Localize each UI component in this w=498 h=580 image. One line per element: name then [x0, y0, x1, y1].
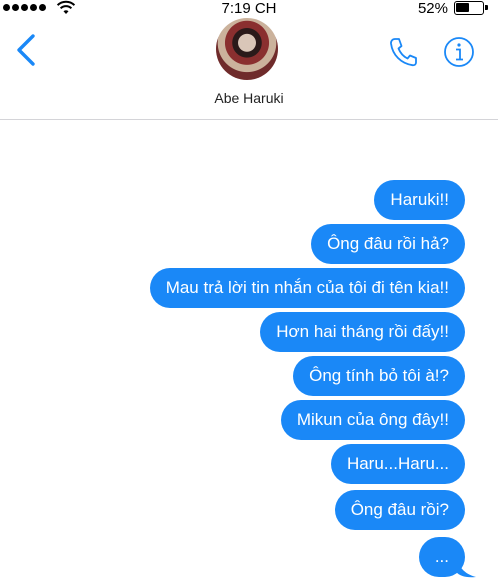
bubble-tail	[456, 556, 476, 578]
contact-name[interactable]: Abe Haruki	[0, 90, 498, 106]
message-bubble[interactable]: Haru...Haru...	[330, 444, 465, 484]
info-icon[interactable]	[443, 36, 475, 68]
conversation-header: Abe Haruki	[0, 18, 498, 120]
message-bubble[interactable]: Ông đâu rồi hả?	[311, 224, 465, 264]
back-chevron-icon[interactable]	[12, 32, 42, 68]
battery-percent: 52%	[417, 0, 448, 17]
message-bubble[interactable]: Ông đâu rồi?	[334, 490, 465, 530]
message-bubble[interactable]: Haruki!!	[374, 180, 465, 220]
contact-avatar[interactable]	[216, 18, 278, 80]
message-bubble[interactable]: Hơn hai tháng rồi đấy!!	[260, 312, 465, 352]
message-bubble[interactable]: Mikun của ông đây!!	[280, 400, 465, 440]
phone-icon[interactable]	[388, 36, 418, 68]
battery-fill	[456, 3, 469, 12]
message-bubble[interactable]: Ông tính bỏ tôi à!?	[293, 356, 465, 396]
message-bubble[interactable]: Mau trả lời tin nhắn của tôi đi tên kia!…	[149, 268, 465, 308]
battery-icon	[454, 1, 488, 15]
status-bar: 7:19 CH 52%	[0, 0, 498, 18]
